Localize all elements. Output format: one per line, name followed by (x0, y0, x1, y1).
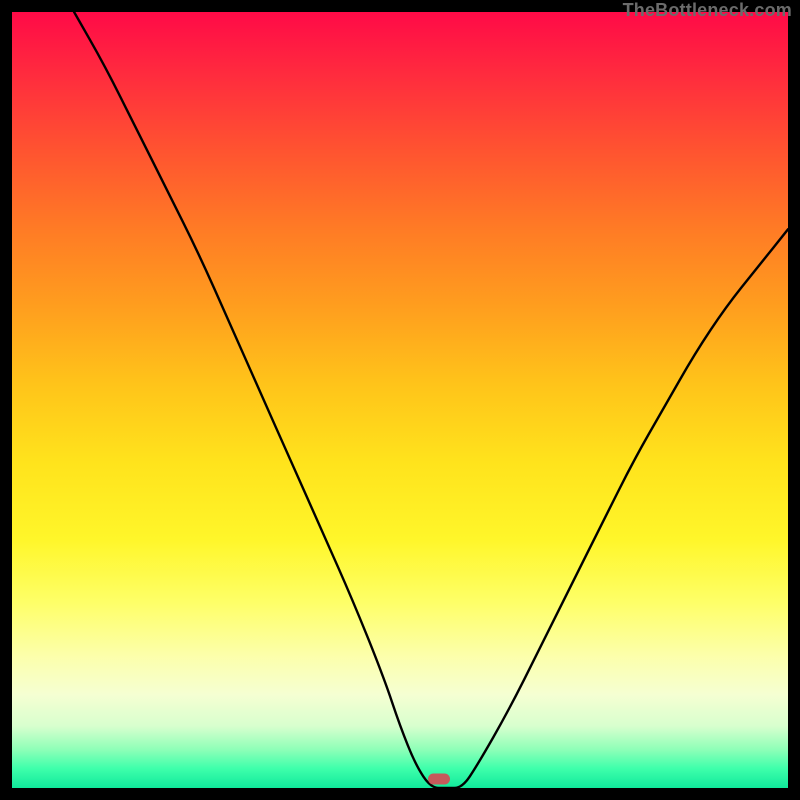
attribution-text: TheBottleneck.com (623, 0, 792, 21)
gradient-background (12, 12, 788, 788)
chart-frame: TheBottleneck.com (0, 0, 800, 800)
plot-area (12, 12, 788, 788)
